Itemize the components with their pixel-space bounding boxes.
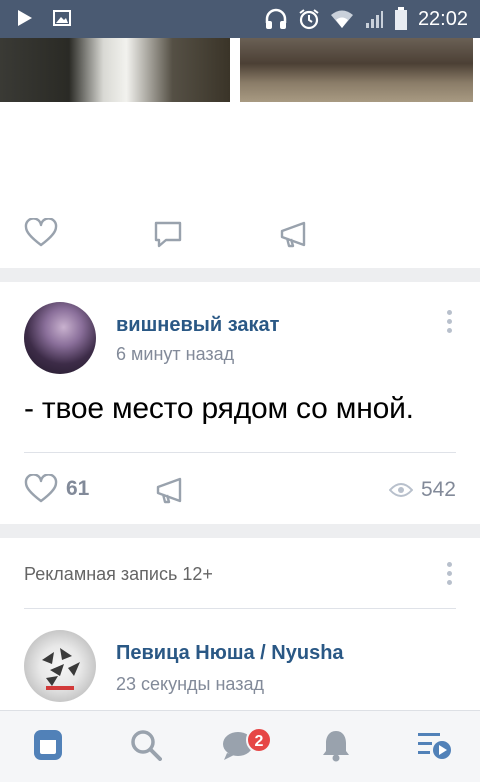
more-options-button[interactable] bbox=[446, 562, 454, 589]
eye-icon bbox=[388, 482, 413, 498]
nav-menu[interactable] bbox=[414, 727, 454, 767]
more-vertical-icon bbox=[446, 310, 454, 333]
menu-icon bbox=[416, 730, 452, 765]
divider bbox=[24, 608, 456, 609]
post-time: 23 секунды назад bbox=[116, 674, 265, 694]
post-actions bbox=[0, 216, 480, 252]
messages-badge: 2 bbox=[246, 727, 272, 753]
bird-logo-icon bbox=[42, 648, 80, 690]
alarm-icon bbox=[298, 8, 320, 30]
like-button[interactable]: 61 bbox=[24, 474, 89, 504]
avatar[interactable] bbox=[24, 630, 96, 702]
like-count: 61 bbox=[66, 477, 90, 500]
like-icon bbox=[24, 474, 58, 504]
notifications-icon bbox=[321, 728, 351, 767]
like-button[interactable] bbox=[24, 218, 58, 248]
headphones-icon bbox=[264, 8, 288, 30]
nav-news[interactable] bbox=[28, 727, 68, 767]
post-photo[interactable] bbox=[240, 38, 473, 102]
post-author[interactable]: вишневый закат bbox=[116, 314, 279, 337]
comment-button[interactable] bbox=[152, 220, 184, 250]
news-icon bbox=[32, 728, 64, 767]
post-card-photos bbox=[0, 38, 480, 268]
search-icon bbox=[130, 729, 162, 766]
share-icon bbox=[278, 220, 310, 250]
more-vertical-icon bbox=[446, 562, 454, 585]
ad-label: Рекламная запись 12+ bbox=[24, 564, 213, 584]
comment-icon bbox=[152, 220, 184, 250]
views: 542 bbox=[388, 478, 456, 502]
divider bbox=[24, 452, 456, 453]
share-button[interactable] bbox=[154, 476, 186, 506]
nav-notifications[interactable] bbox=[316, 727, 356, 767]
status-bar: 22:02 bbox=[0, 0, 480, 38]
battery-icon bbox=[394, 7, 408, 31]
post-photo[interactable] bbox=[0, 38, 230, 102]
share-icon bbox=[154, 476, 186, 506]
clock: 22:02 bbox=[417, 7, 468, 30]
like-icon bbox=[24, 218, 58, 248]
share-button[interactable] bbox=[278, 220, 310, 250]
avatar[interactable] bbox=[24, 302, 96, 374]
post-card-ad: Рекламная запись 12+ Певица Нюша / Nyush… bbox=[0, 538, 480, 710]
nav-search[interactable] bbox=[126, 727, 166, 767]
wifi-icon bbox=[330, 9, 354, 29]
signal-icon bbox=[364, 9, 384, 29]
post-time: 6 минут назад bbox=[116, 344, 235, 364]
view-count: 542 bbox=[420, 478, 456, 501]
post-card: вишневый закат 6 минут назад - твое мест… bbox=[0, 282, 480, 524]
post-text: - твое место рядом со мной. bbox=[24, 392, 414, 425]
play-icon bbox=[14, 8, 34, 28]
more-options-button[interactable] bbox=[446, 310, 454, 337]
post-author[interactable]: Певица Нюша / Nyusha bbox=[116, 642, 344, 665]
image-icon bbox=[52, 8, 72, 28]
bottom-navigation: 2 bbox=[0, 710, 480, 782]
post-actions: 61 542 bbox=[0, 472, 480, 508]
